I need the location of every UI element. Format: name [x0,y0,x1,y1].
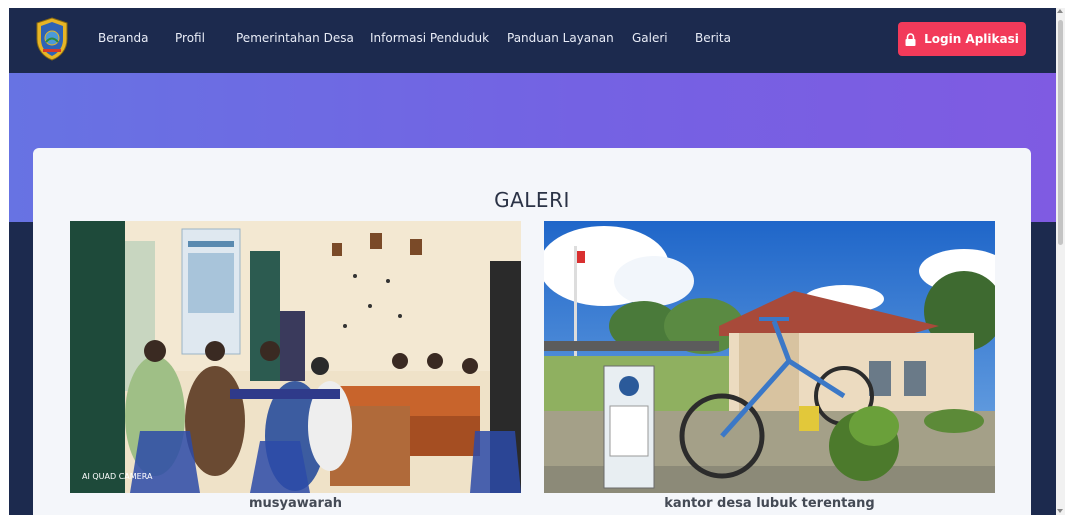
vertical-scrollbar[interactable] [1056,8,1065,515]
login-button-label: Login Aplikasi [924,32,1019,46]
nav-item-profil[interactable]: Profil [175,31,205,45]
lock-icon [905,32,916,46]
camera-watermark: AI QUAD CAMERA [82,472,153,481]
login-aplikasi-button[interactable]: Login Aplikasi [898,22,1026,56]
nav-item-berita[interactable]: Berita [695,31,731,45]
gallery-photo-musyawarah[interactable]: AI QUAD CAMERA [70,221,521,493]
top-navbar: Beranda Profil Pemerintahan Desa Informa… [9,8,1056,73]
nav-item-pemerintahan-desa[interactable]: Pemerintahan Desa [236,31,354,45]
scrollbar-thumb[interactable] [1058,20,1063,245]
village-emblem-logo[interactable] [34,17,70,61]
scroll-down-icon[interactable] [1057,509,1063,513]
scroll-up-icon[interactable] [1057,9,1063,13]
caption-musyawarah: musyawarah [248,496,342,511]
gallery-title: GALERI [494,188,570,212]
gallery-photo-kantor-desa[interactable] [544,221,995,493]
caption-kantor-desa: kantor desa lubuk terentang [664,496,875,511]
gallery-card: GALERI AI QUAD CAMERA musyawarah kantor … [33,148,1031,515]
nav-item-galeri[interactable]: Galeri [632,31,668,45]
page-viewport: Beranda Profil Pemerintahan Desa Informa… [9,8,1056,515]
nav-item-beranda[interactable]: Beranda [98,31,148,45]
nav-item-informasi-penduduk[interactable]: Informasi Penduduk [370,31,489,45]
nav-item-panduan-layanan[interactable]: Panduan Layanan [507,31,614,45]
